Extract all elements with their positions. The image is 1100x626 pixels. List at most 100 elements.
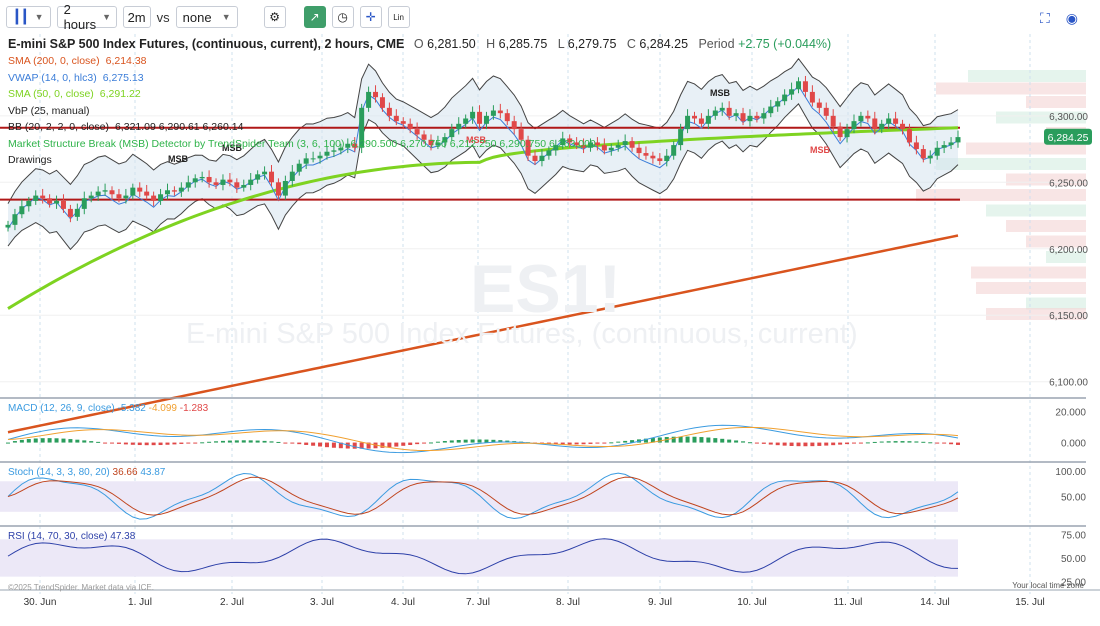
macd-histogram-bar <box>838 442 843 445</box>
candle-body <box>906 129 912 143</box>
candle-body <box>463 118 469 124</box>
chevron-down-icon: ▼ <box>102 12 112 22</box>
macd-tick-label: 0.000 <box>1061 439 1086 450</box>
macd-histogram-bar <box>89 441 94 443</box>
candle-body <box>386 107 392 116</box>
macd-histogram-bar <box>928 442 933 444</box>
candle-body <box>671 145 677 156</box>
crosshair-button[interactable]: ✛ <box>359 6 382 28</box>
candle-body <box>54 200 60 204</box>
macd-histogram-bar <box>602 442 607 444</box>
macd-histogram-bar <box>865 442 870 444</box>
legend-row[interactable]: SMA (200, 0, close) 6,214.38 <box>8 55 147 67</box>
legend-row[interactable]: Drawings <box>8 154 58 166</box>
msb-annotation: MSB <box>710 88 731 98</box>
x-tick-label: 10. Jul <box>737 597 766 608</box>
ticker-watermark: ES1! <box>470 251 622 327</box>
macd-histogram-bar <box>824 442 829 446</box>
settings-button[interactable]: ⚙ <box>263 6 286 28</box>
macd-histogram-bar <box>588 442 593 444</box>
fullscreen-icon[interactable]: ⛶ <box>1040 10 1050 27</box>
candle-body <box>164 190 170 195</box>
macd-histogram-bar <box>130 442 135 445</box>
macd-histogram-bar <box>741 441 746 443</box>
candle-body <box>920 149 926 159</box>
stoch-tick-label: 50.00 <box>1061 493 1086 504</box>
trend-tool-button[interactable]: ↗ <box>303 6 326 28</box>
candle-body <box>379 97 385 108</box>
interval-short-button[interactable]: 2m <box>122 6 151 28</box>
vs-label: vs <box>156 9 170 25</box>
macd-histogram-bar <box>220 440 225 443</box>
camera-icon[interactable]: ◉ <box>1066 10 1078 27</box>
copyright: ©2025 TrendSpider. Market data via ICE. <box>8 583 154 592</box>
macd-histogram-bar <box>408 442 413 445</box>
volume-profile-bar <box>986 204 1086 217</box>
candle-body <box>456 123 462 130</box>
candle-body <box>109 190 115 195</box>
macd-histogram-bar <box>713 438 718 443</box>
candle-body <box>913 142 919 150</box>
macd-histogram-bar <box>26 439 31 443</box>
candle-body <box>948 142 954 146</box>
candle-body <box>26 200 32 207</box>
macd-histogram-bar <box>872 441 877 443</box>
x-tick-label: 15. Jul <box>1015 597 1044 608</box>
scale-button[interactable]: Lin <box>387 6 410 28</box>
macd-histogram-bar <box>47 438 52 443</box>
candle-body <box>490 110 496 116</box>
macd-histogram-bar <box>810 442 815 447</box>
macd-histogram-bar <box>893 441 898 443</box>
legend-value: 6,290.500 6,270.750 6,212.250 6,290.750 … <box>350 137 596 150</box>
candle-body <box>192 178 198 183</box>
candle-body <box>470 111 476 119</box>
y-tick-label: 6,100.00 <box>1049 378 1088 389</box>
timezone-label[interactable]: Your local time zone <box>1012 581 1084 590</box>
legend-row[interactable]: VbP (25, manual) <box>8 105 96 117</box>
legend-row[interactable]: VWAP (14, 0, hlc3) 6,275.13 <box>8 72 144 84</box>
legend-row[interactable]: SMA (50, 0, close) 6,291.22 <box>8 88 141 100</box>
candle-body <box>60 200 66 209</box>
candle-body <box>657 158 663 162</box>
candle-body <box>802 81 808 92</box>
macd-signal-line <box>7 426 959 452</box>
candle-body <box>664 155 670 162</box>
chart-type-dropdown[interactable]: ┃┃ ▼ <box>6 6 51 28</box>
candle-body <box>477 111 483 124</box>
candle-body <box>539 155 545 162</box>
macd-histogram-bar <box>394 442 399 447</box>
candle-body <box>934 147 940 156</box>
name-watermark: E-mini S&P 500 Index Futures, (continuou… <box>186 318 858 350</box>
macd-histogram-bar <box>692 436 697 443</box>
candle-body <box>393 115 399 122</box>
candle-body <box>67 208 73 217</box>
candle-body <box>504 113 510 122</box>
chevron-down-icon: ▼ <box>221 12 231 22</box>
macd-histogram-bar <box>283 442 288 444</box>
legend-row[interactable]: Market Structure Break (MSB) Detector by… <box>8 138 596 150</box>
candle-body <box>761 113 767 119</box>
candle-body <box>927 155 933 159</box>
compare-dropdown[interactable]: none ▼ <box>175 6 238 28</box>
macd-histogram-bar <box>33 438 38 443</box>
interval-dropdown[interactable]: 2 hours ▼ <box>56 2 117 32</box>
macd-histogram-bar <box>789 442 794 446</box>
macd-histogram-bar <box>269 441 274 443</box>
macd-histogram-bar <box>442 441 447 443</box>
clock-button[interactable]: ◷ <box>331 6 354 28</box>
macd-histogram-bar <box>123 442 128 445</box>
macd-histogram-bar <box>227 440 232 443</box>
candle-body <box>816 102 822 108</box>
candle-body <box>615 145 621 148</box>
macd-histogram-bar <box>331 442 336 448</box>
macd-histogram-bar <box>290 442 295 444</box>
clock-icon: ◷ <box>337 10 348 24</box>
candle-body <box>789 89 795 95</box>
legend-row[interactable]: BB (20, 2, 2, 0, close) 6,321.09 6,290.61… <box>8 121 243 133</box>
macd-histogram-bar <box>956 442 960 445</box>
candle-body <box>144 191 150 196</box>
candle-body <box>269 171 275 183</box>
volume-profile-bar <box>968 70 1086 82</box>
y-tick-label: 6,300.00 <box>1049 112 1088 123</box>
macd-histogram-bar <box>851 442 856 444</box>
